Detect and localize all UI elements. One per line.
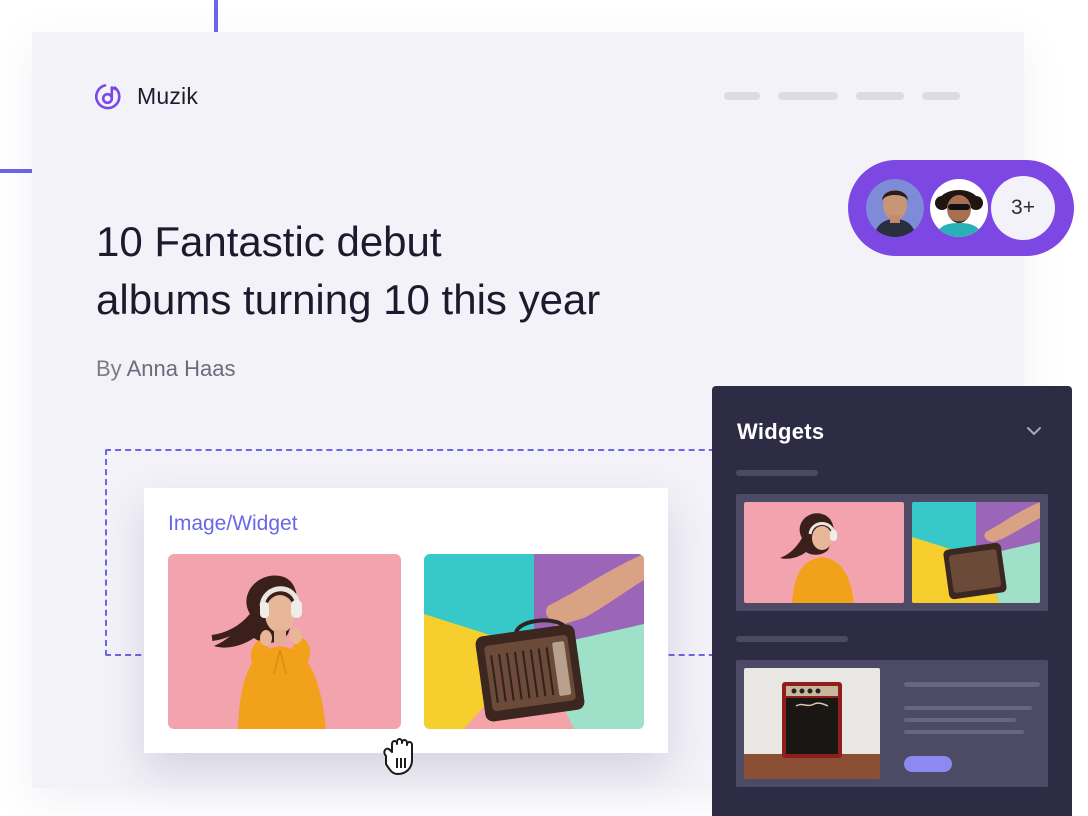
hand-radio-image: [424, 554, 644, 729]
section-label-placeholder: [736, 470, 818, 476]
section-label-placeholder: [736, 636, 848, 642]
article-text-placeholder: [904, 730, 1024, 734]
woman-headphones-thumbnail: [744, 502, 904, 603]
nav-item-3[interactable]: [856, 92, 904, 100]
article-title-placeholder: [904, 682, 1040, 687]
headline-line-2: albums turning 10 this year: [96, 276, 601, 323]
article-text-placeholder: [904, 718, 1016, 722]
author-name[interactable]: Anna Haas: [127, 356, 236, 381]
article-byline: By Anna Haas: [96, 356, 235, 382]
image-widget-option[interactable]: [736, 494, 1048, 611]
music-note-icon: [95, 82, 123, 110]
marshall-amp-thumbnail: [744, 668, 880, 779]
top-nav: [724, 92, 978, 100]
brand-name: Muzik: [137, 82, 199, 109]
article-widget-option[interactable]: [736, 660, 1048, 787]
article-headline[interactable]: 10 Fantastic debut albums turning 10 thi…: [96, 213, 696, 329]
more-collaborators-badge[interactable]: 3+: [991, 176, 1055, 240]
chevron-down-icon[interactable]: [1024, 424, 1044, 438]
widgets-panel-title: Widgets: [737, 419, 825, 444]
article-text-placeholder: [904, 706, 1032, 710]
article-action-button[interactable]: [904, 756, 952, 772]
hand-radio-thumbnail: [912, 502, 1040, 603]
headline-line-1: 10 Fantastic debut: [96, 218, 442, 265]
man-with-sunglasses-avatar[interactable]: [927, 176, 991, 240]
collaborators-pill[interactable]: 3+: [848, 160, 1074, 256]
widgets-panel: Widgets: [712, 386, 1072, 816]
image-widget-card[interactable]: Image/Widget: [144, 488, 668, 753]
woman-headphones-image: [168, 554, 401, 729]
nav-item-4[interactable]: [922, 92, 960, 100]
nav-item-1[interactable]: [724, 92, 760, 100]
brand-logo[interactable]: Muzik: [95, 82, 198, 110]
nav-item-2[interactable]: [778, 92, 838, 100]
woman-avatar[interactable]: [863, 176, 927, 240]
grab-hand-icon: [378, 736, 422, 776]
byline-prefix: By: [96, 356, 122, 381]
widget-card-title: Image/Widget: [168, 512, 298, 535]
